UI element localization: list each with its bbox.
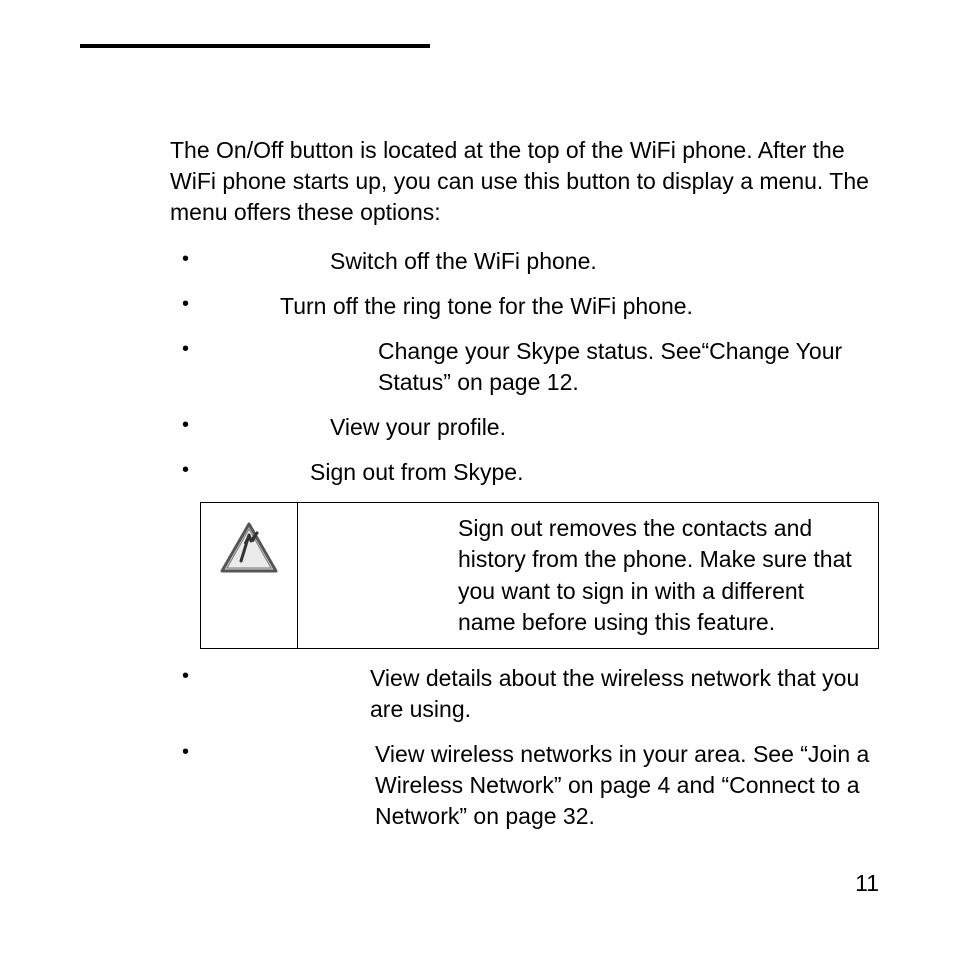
item-text: Turn off the ring tone for the WiFi phon…	[280, 291, 693, 322]
warning-box: Sign out removes the contacts and histor…	[200, 502, 879, 648]
item-text: View wireless networks in your area. See…	[375, 739, 879, 832]
list-item: Change your Skype status. See“Change You…	[170, 336, 879, 398]
warning-icon	[219, 521, 279, 575]
list-item: Switch off the WiFi phone.	[170, 246, 879, 277]
list-item: Turn off the ring tone for the WiFi phon…	[170, 291, 879, 322]
options-list: Switch off the WiFi phone. Turn off the …	[170, 246, 879, 488]
options-list-continued: View details about the wireless network …	[170, 663, 879, 832]
intro-paragraph: The On/Off button is located at the top …	[170, 135, 879, 228]
list-item: View wireless networks in your area. See…	[170, 739, 879, 832]
warning-text: Sign out removes the contacts and histor…	[444, 503, 878, 647]
page-number: 11	[855, 868, 879, 899]
item-text: View details about the wireless network …	[370, 663, 879, 725]
warning-label-cell	[298, 503, 444, 647]
body-content: The On/Off button is located at the top …	[170, 135, 879, 846]
header-rule	[80, 44, 430, 48]
list-item: Sign out from Skype.	[170, 457, 879, 488]
document-page: The On/Off button is located at the top …	[0, 0, 954, 954]
list-item: View your profile.	[170, 412, 879, 443]
item-text: Sign out from Skype.	[310, 457, 524, 488]
warning-icon-cell	[201, 503, 298, 647]
item-text: Change your Skype status. See“Change You…	[378, 336, 879, 398]
list-item: View details about the wireless network …	[170, 663, 879, 725]
item-text: View your profile.	[330, 412, 506, 443]
item-text: Switch off the WiFi phone.	[330, 246, 597, 277]
